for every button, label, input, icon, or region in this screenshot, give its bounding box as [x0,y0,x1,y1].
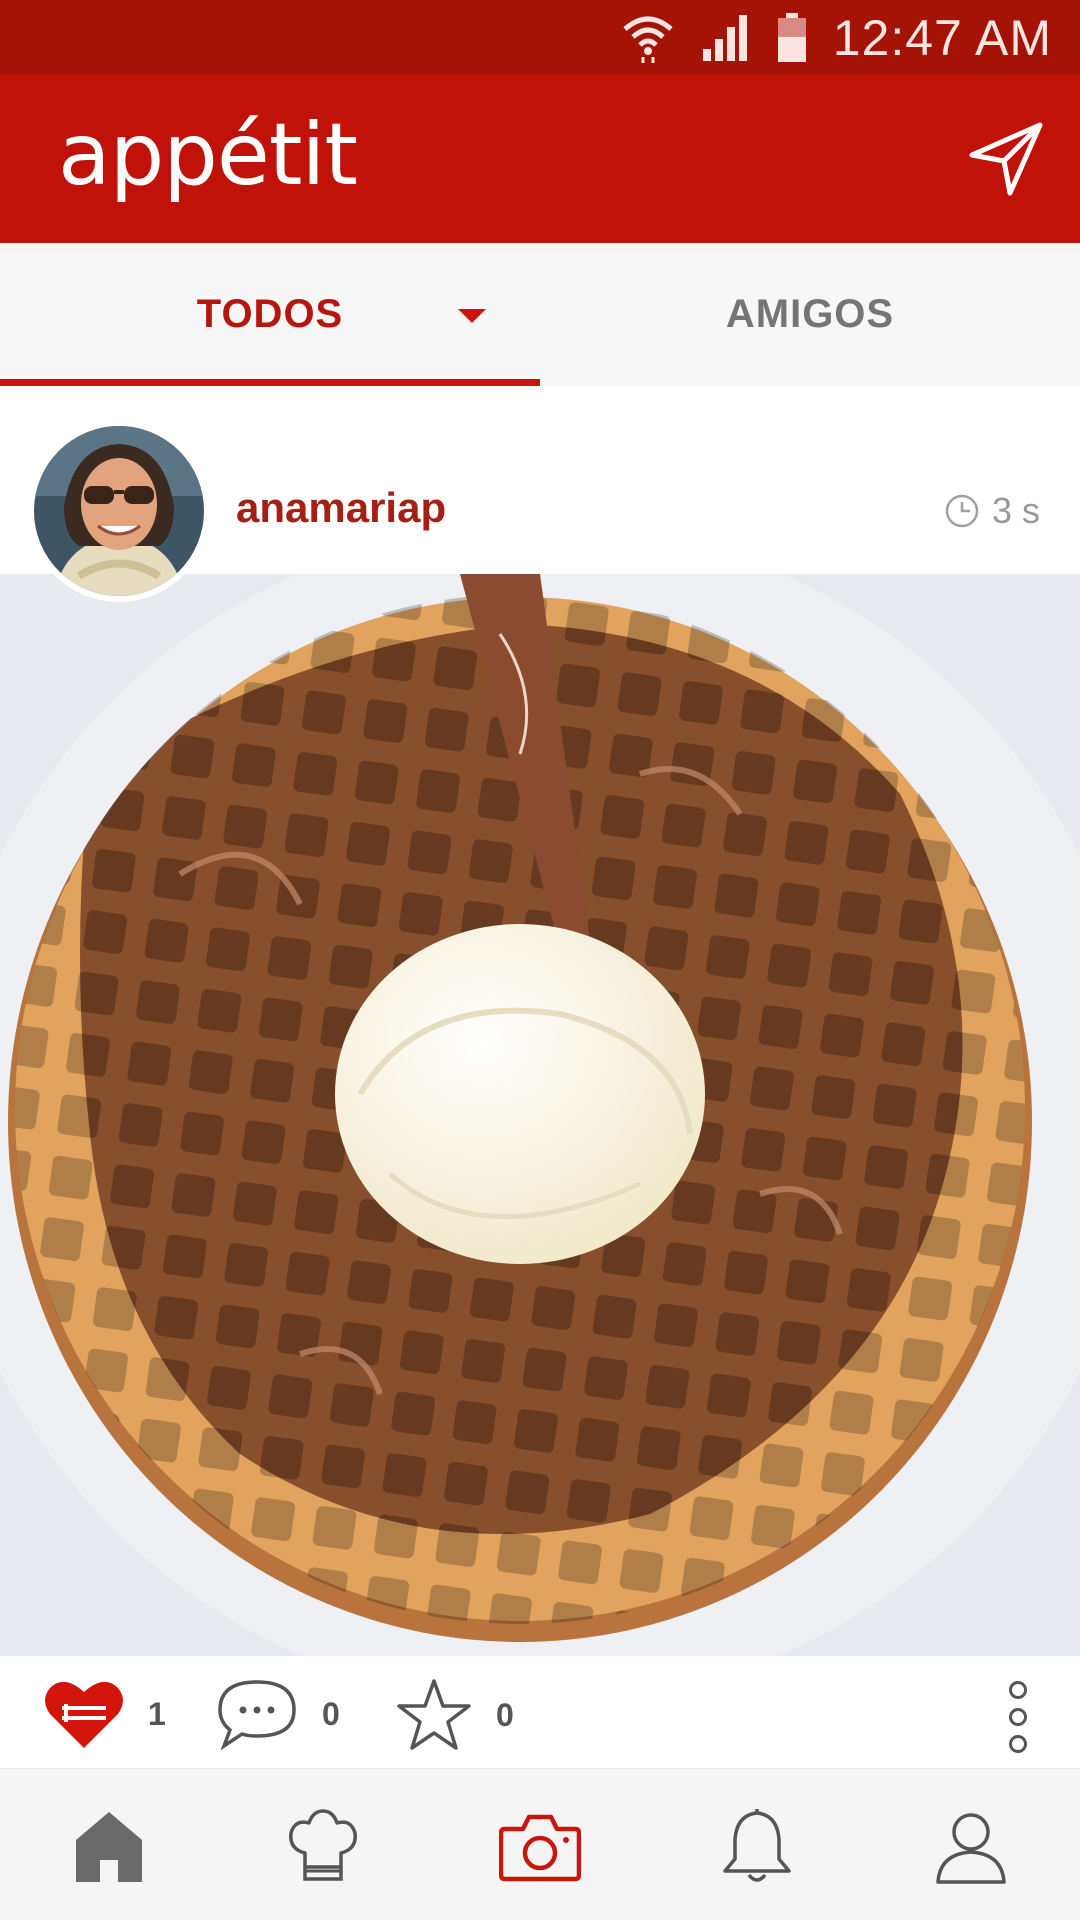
status-time: 12:47 AM [832,9,1052,66]
app-bar: appétit [0,75,1080,243]
send-button[interactable] [964,117,1048,201]
profile-icon [936,1813,1006,1884]
wifi-icon [621,11,675,65]
chevron-down-icon[interactable] [458,309,486,330]
comment-icon [218,1680,296,1750]
comment-button[interactable]: 0 [216,1678,340,1750]
favorite-count: 0 [496,1696,514,1733]
post-actions: 1 0 0 [0,1656,1080,1768]
favorite-button[interactable]: 0 [396,1678,514,1752]
app-title: appétit [58,105,358,205]
post-time-text: 3 s [991,490,1040,531]
like-count: 1 [148,1695,166,1732]
nav-chef[interactable] [278,1807,368,1887]
camera-icon [499,1814,581,1882]
feed-tabs: TODOS AMIGOS [0,243,1080,386]
more-options-button[interactable] [1000,1680,1036,1754]
nav-home[interactable] [64,1807,154,1887]
more-vertical-icon [1009,1681,1027,1753]
nav-profile[interactable] [926,1807,1016,1887]
bottom-nav [0,1768,1080,1920]
post-timestamp: 3 s [944,490,1040,532]
chef-hat-icon [289,1809,357,1881]
signal-icon [701,13,751,63]
battery-icon [777,12,807,63]
nav-camera[interactable] [495,1807,585,1887]
post-photo[interactable] [0,574,1080,1656]
home-icon [76,1812,142,1882]
nav-notifications[interactable] [712,1807,802,1887]
tab-indicator [0,379,540,386]
post-header: anamariap 3 s [0,386,1080,602]
clock-icon [945,494,979,528]
avatar[interactable] [28,420,210,602]
heart-utensils-icon [45,1681,123,1748]
comment-count: 0 [322,1695,340,1732]
send-icon [969,122,1043,196]
status-bar: 12:47 AM [0,0,1080,75]
tab-amigos[interactable]: AMIGOS [540,243,1080,386]
bell-icon [723,1809,791,1882]
star-icon [397,1679,471,1750]
like-button[interactable]: 1 [44,1678,166,1750]
post-username[interactable]: anamariap [236,484,446,532]
